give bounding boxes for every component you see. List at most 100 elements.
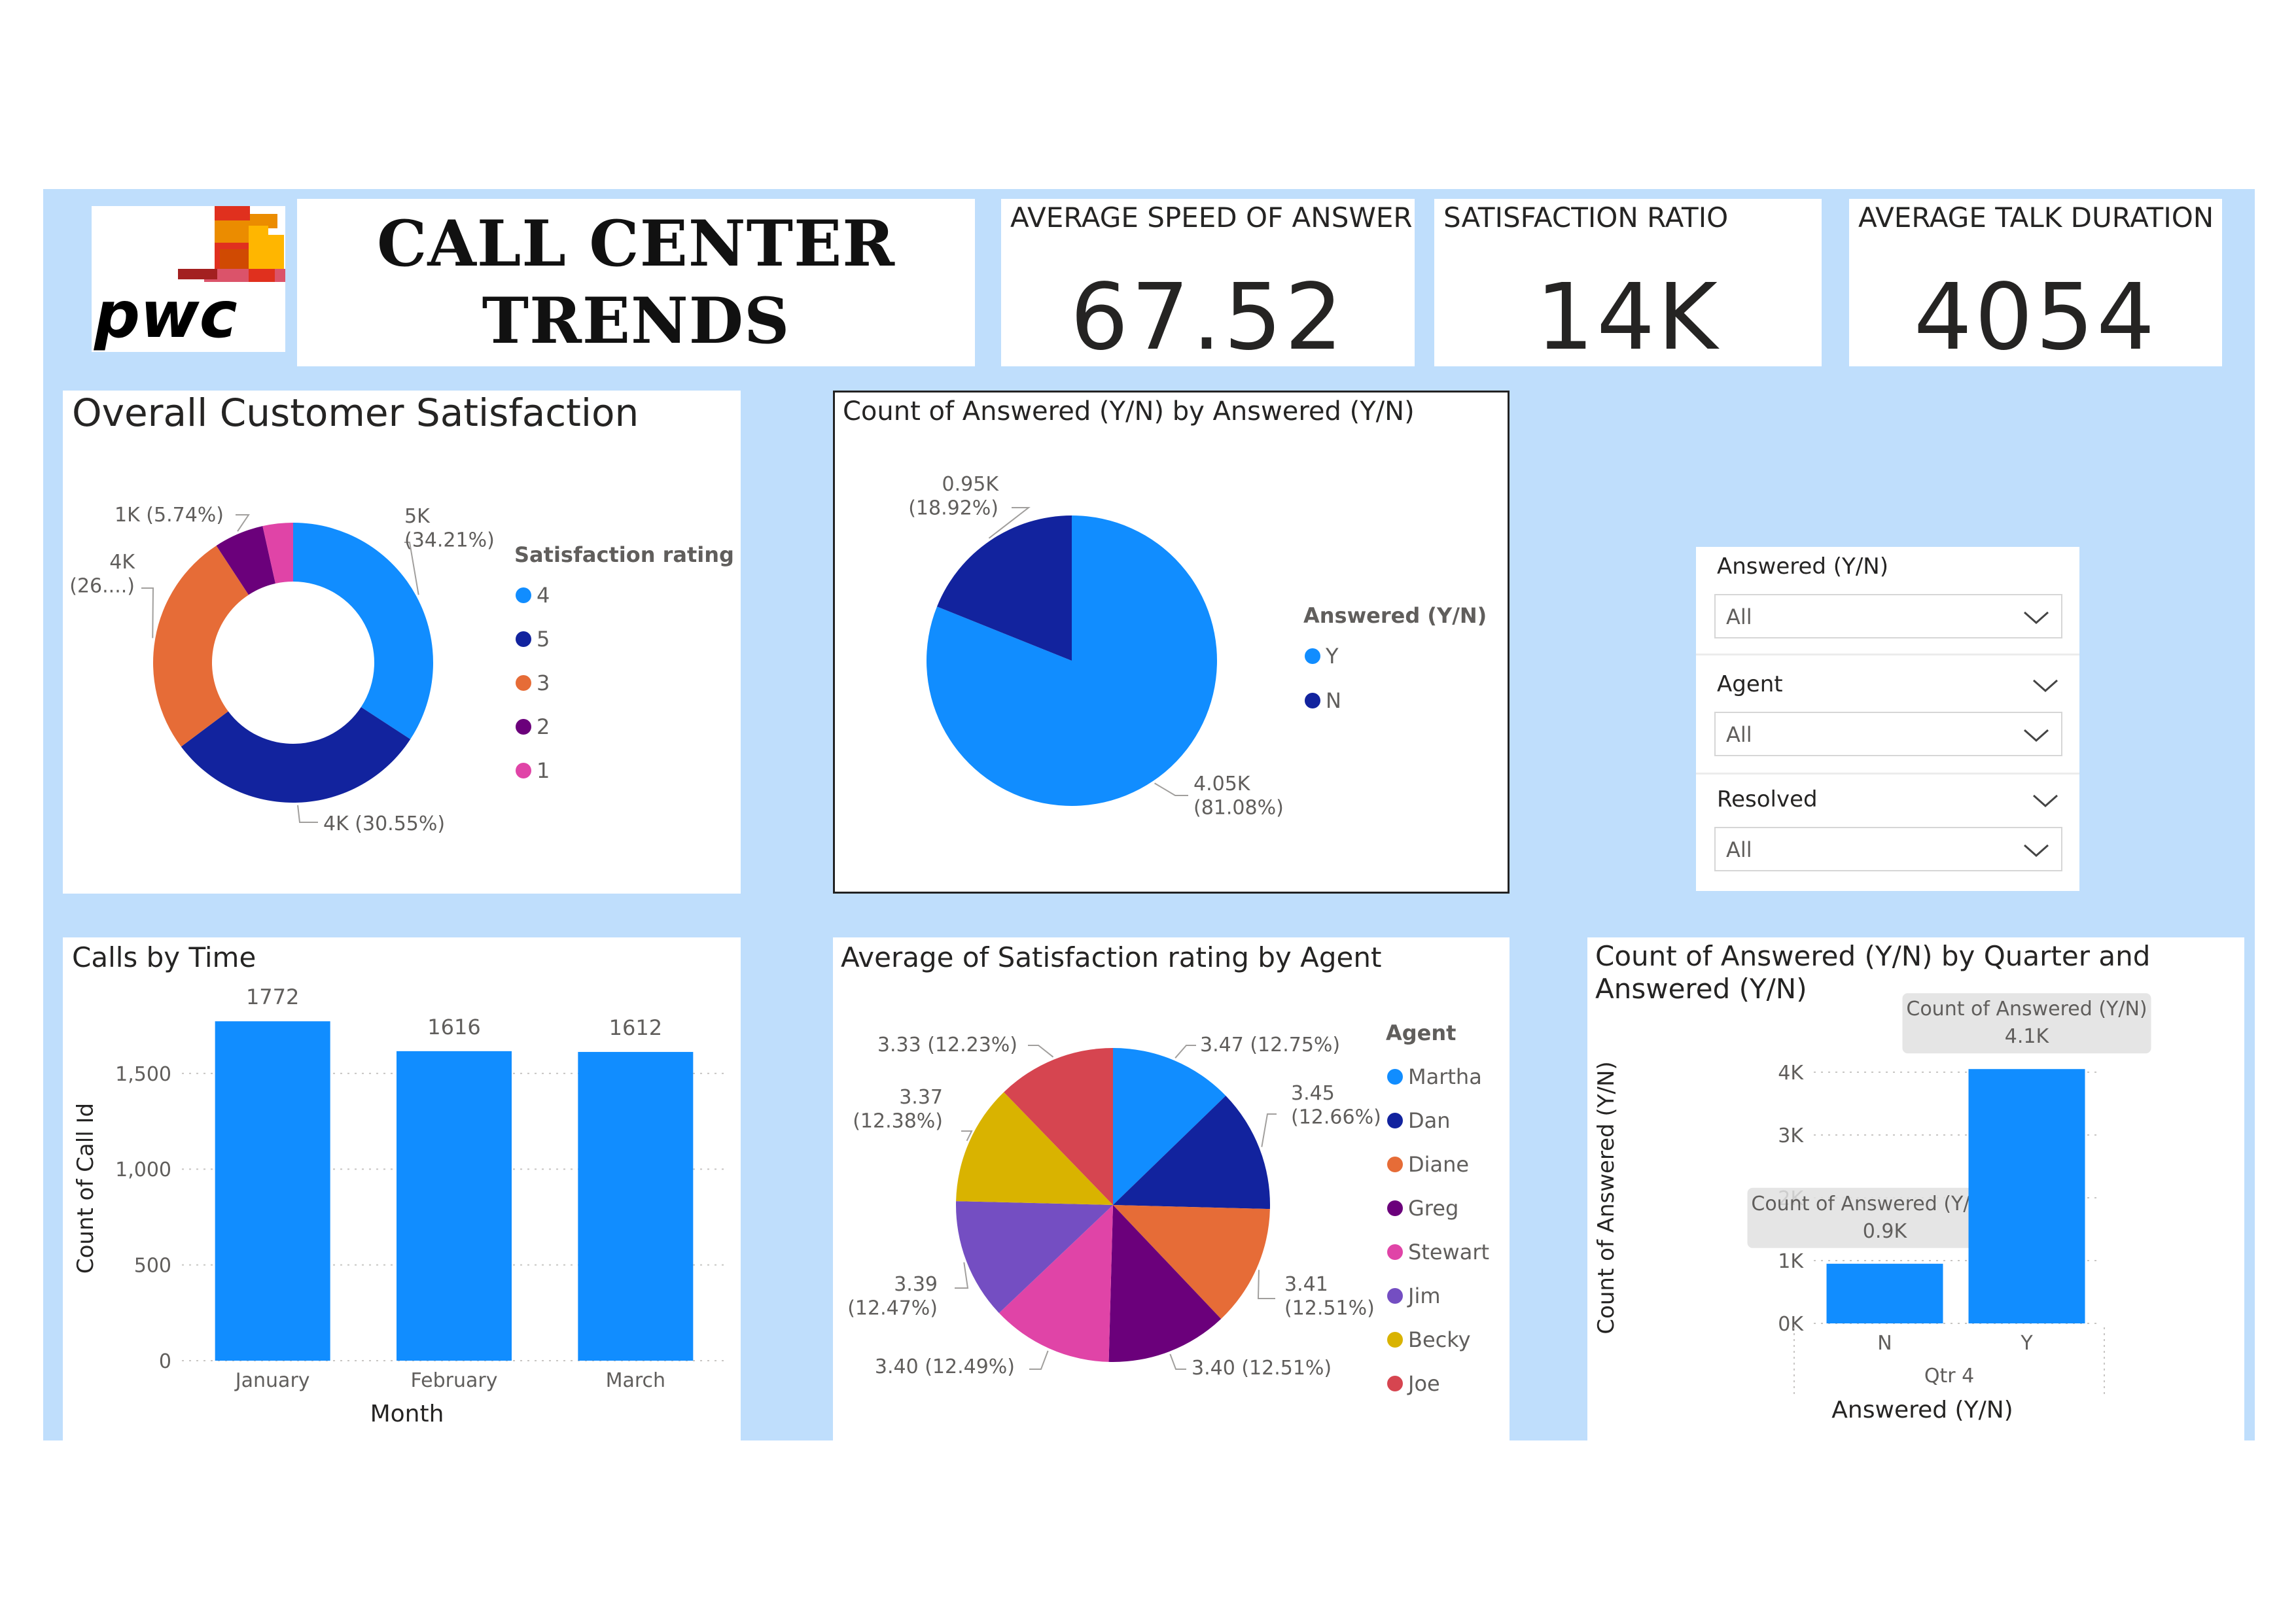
y-tick-label: 1,500 — [115, 1063, 171, 1086]
y-axis-title: Count of Answered (Y/N) — [1593, 1061, 1619, 1334]
data-label: 4K (26....) — [69, 551, 135, 598]
slicer-label-resolved: Resolved — [1717, 786, 1818, 812]
chevron-down-icon[interactable] — [2031, 676, 2060, 695]
title-card: CALL CENTER TRENDS — [297, 199, 975, 366]
chevron-down-icon[interactable] — [2031, 792, 2060, 810]
page-title-line2: TRENDS — [482, 284, 790, 358]
leader-line — [1261, 1113, 1277, 1147]
leader-line — [1169, 1353, 1186, 1370]
bar-n — [1826, 1263, 1943, 1323]
chevron-down-icon — [2024, 844, 2049, 858]
tooltip-label: Count of Answered (Y/N) — [1906, 998, 2147, 1021]
data-label: 5K (34.21%) — [404, 505, 495, 552]
data-label: 4.1K — [2005, 1025, 2050, 1048]
calls-by-time-chart[interactable]: 0 500 1,000 1,500 1772 January 1616 February 161… — [63, 937, 741, 1441]
legend-item: Greg — [1408, 1196, 1458, 1221]
bar-january — [215, 1021, 330, 1361]
bar-y — [1968, 1069, 2085, 1323]
legend-item: 4 — [537, 583, 550, 608]
legend-marker — [516, 587, 531, 603]
quarter-answered-card[interactable]: Count of Answered (Y/N) by Quarter and A… — [1587, 937, 2244, 1441]
legend-marker — [516, 763, 531, 778]
data-label: 3.45 (12.66%) — [1291, 1082, 1381, 1129]
y-tick-label: 0 — [159, 1350, 171, 1373]
data-label: 4K (30.55%) — [323, 812, 445, 835]
chevron-down-icon — [2024, 611, 2049, 625]
kpi-value: 4054 — [1913, 264, 2158, 371]
y-tick-label: 3K — [1778, 1125, 1804, 1147]
slicer-dropdown-resolved[interactable]: All — [1714, 827, 2062, 871]
legend-marker — [1387, 1113, 1403, 1128]
legend-item: 1 — [537, 758, 550, 783]
x-tick-label: March — [606, 1369, 665, 1392]
y-tick-label: 1K — [1778, 1250, 1804, 1273]
slicer-label-answered: Answered (Y/N) — [1717, 553, 1888, 580]
legend-item: Jim — [1407, 1283, 1441, 1308]
pie-slice-3 — [152, 546, 249, 747]
leader-line — [1257, 1270, 1275, 1299]
leader-line — [1174, 1045, 1196, 1058]
slicer-value: All — [1726, 722, 1752, 747]
y-tick-label: 1,000 — [115, 1159, 171, 1181]
legend-item: Diane — [1408, 1152, 1469, 1177]
calls-by-time-card[interactable]: Calls by Time 0 500 1,000 1,500 1772 January 1… — [63, 937, 741, 1441]
legend-item: 5 — [537, 627, 550, 652]
y-axis-title: Count of Call Id — [73, 1103, 99, 1274]
legend-item: Dan — [1408, 1108, 1451, 1133]
data-label: 1612 — [609, 1015, 662, 1040]
chevron-down-icon — [2024, 729, 2049, 742]
pie-slice-5 — [181, 707, 411, 803]
x-tick-label: January — [234, 1369, 310, 1392]
legend-title: Answered (Y/N) — [1303, 603, 1487, 628]
satisfaction-donut-card[interactable]: Overall Customer Satisfaction 5K (34.21%)… — [63, 391, 741, 894]
bar-march — [578, 1052, 694, 1361]
bar-february — [397, 1051, 512, 1361]
quarter-answered-bar-chart[interactable]: 0K1K2K3K4KCount of Answered (Y/N)0.9KNCo… — [1587, 937, 2244, 1441]
agent-rating-pie-chart[interactable]: 3.47 (12.75%) 3.45 (12.66%) 3.41 (12.51%) 3.4… — [833, 937, 1510, 1441]
data-label: 1772 — [246, 985, 299, 1009]
legend-item: N — [1326, 688, 1341, 713]
data-label: 0.9K — [1863, 1220, 1908, 1243]
legend-marker — [516, 675, 531, 691]
kpi-card-talk-duration: AVERAGE TALK DURATION 4054 — [1849, 199, 2222, 371]
legend-marker — [1305, 693, 1320, 708]
legend-item: Martha — [1408, 1064, 1482, 1089]
legend-item: Y — [1325, 644, 1339, 669]
x-tick-label: N — [1877, 1332, 1892, 1355]
filter-panel: Answered (Y/N) All Agent All Resolved Al… — [1696, 547, 2079, 891]
data-label: 4.05K (81.08%) — [1193, 773, 1284, 820]
y-tick-label: 0K — [1778, 1313, 1804, 1336]
answered-pie-card[interactable]: Count of Answered (Y/N) by Answered (Y/N… — [833, 391, 1510, 894]
slicer-dropdown-agent[interactable]: All — [1714, 712, 2062, 756]
page-title-line1: CALL CENTER — [376, 207, 896, 281]
group-label: Qtr 4 — [1924, 1365, 1974, 1387]
legend-item: Joe — [1407, 1371, 1440, 1396]
legend-item: Becky — [1408, 1327, 1471, 1352]
agent-rating-card[interactable]: Average of Satisfaction rating by Agent … — [833, 937, 1510, 1441]
slicer-dropdown-answered[interactable]: All — [1714, 594, 2062, 638]
slicer-value: All — [1726, 604, 1752, 629]
kpi-card-speed: AVERAGE SPEED OF ANSWER 67.52 — [1001, 199, 1415, 371]
data-label: 3.47 (12.75%) — [1200, 1034, 1340, 1056]
x-tick-label: February — [411, 1369, 498, 1392]
leader-line — [141, 587, 154, 638]
slicer-label-agent: Agent — [1717, 671, 1783, 697]
data-label: 3.33 (12.23%) — [877, 1034, 1017, 1056]
divider — [1696, 773, 2079, 775]
leader-line — [1154, 782, 1188, 796]
data-label: 1616 — [427, 1015, 480, 1039]
pwc-logo: pwc — [92, 206, 285, 353]
legend-marker — [1305, 648, 1320, 664]
legend-item: 3 — [537, 671, 550, 695]
satisfaction-donut-chart[interactable]: 5K (34.21%) 4K (30.55%) 4K (26....) 1K (5.74%… — [63, 391, 741, 894]
x-axis-title: Month — [370, 1401, 444, 1427]
tooltip-label: Count of Answered (Y/N) — [1751, 1193, 1992, 1215]
data-label: 1K (5.74%) — [115, 504, 224, 527]
kpi-label: AVERAGE SPEED OF ANSWER — [1010, 201, 1413, 234]
data-label: 0.95K (18.92%) — [908, 473, 999, 520]
legend-marker — [1387, 1069, 1403, 1085]
kpi-card-satisfaction: SATISFACTION RATIO 14K — [1434, 199, 1822, 371]
kpi-value: 14K — [1536, 264, 1720, 371]
data-label: 3.39 (12.47%) — [847, 1273, 938, 1320]
answered-pie-chart[interactable]: 4.05K (81.08%) 0.95K (18.92%) Answered (Y/N)… — [835, 393, 1508, 892]
